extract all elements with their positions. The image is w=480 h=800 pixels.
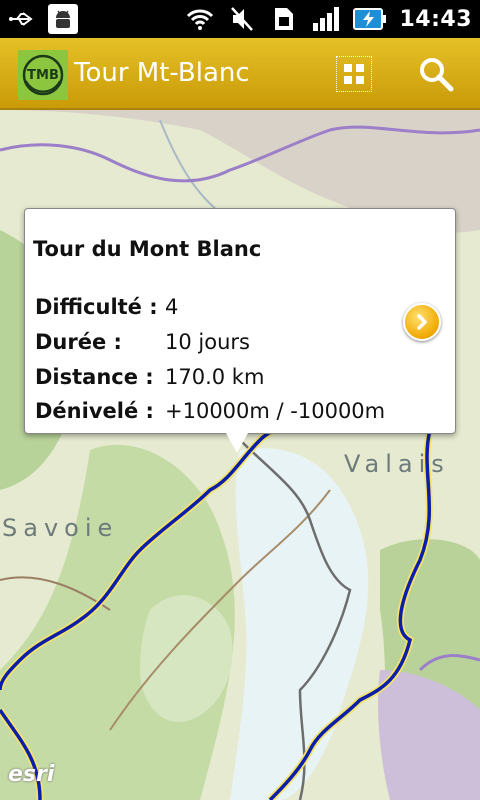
battery-charging-icon: [353, 4, 387, 34]
search-button[interactable]: [416, 54, 456, 94]
svg-text:TMB: TMB: [27, 68, 59, 83]
esri-attribution: esri: [8, 762, 55, 787]
duration-label: Durée :: [35, 330, 122, 354]
wifi-icon: [185, 4, 215, 34]
signal-icon: [311, 4, 341, 34]
map-label-valais: Valais: [344, 450, 450, 478]
details-button[interactable]: [403, 303, 441, 341]
status-bar: 14:43: [0, 0, 480, 38]
distance-label: Distance :: [35, 365, 154, 389]
sim-icon: [269, 4, 299, 34]
grid-icon: [344, 64, 364, 84]
muted-icon: [227, 4, 257, 34]
app-logo[interactable]: TMB: [18, 50, 68, 100]
grid-button[interactable]: [336, 56, 372, 92]
difficulty-value: 4: [165, 295, 179, 319]
map-label-savoie: Savoie: [2, 514, 119, 542]
elevation-label: Dénivelé :: [35, 399, 154, 423]
elevation-value: +10000m / -10000m: [165, 399, 386, 423]
android-debug-icon: [48, 4, 78, 34]
route-callout[interactable]: Tour du Mont Blanc Difficulté : 4 Durée …: [24, 208, 456, 434]
callout-pointer: [226, 433, 248, 453]
difficulty-label: Difficulté :: [35, 295, 158, 319]
duration-value: 10 jours: [165, 330, 250, 354]
chevron-right-icon: [417, 314, 427, 330]
clock: 14:43: [399, 6, 472, 32]
distance-value: 170.0 km: [165, 365, 265, 389]
callout-title: Tour du Mont Blanc: [33, 237, 262, 261]
usb-icon: [8, 4, 38, 34]
search-icon: [420, 58, 454, 92]
app-title: Tour Mt-Blanc: [74, 58, 250, 88]
action-bar: TMB Tour Mt-Blanc: [0, 38, 480, 110]
